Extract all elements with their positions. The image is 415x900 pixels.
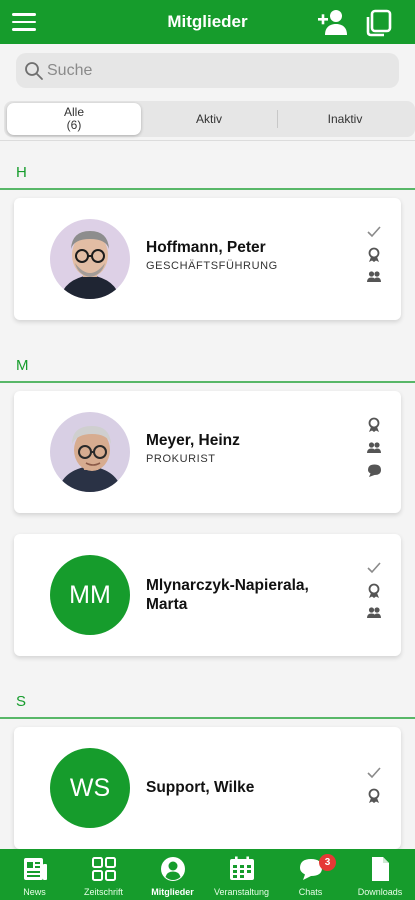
member-name: Hoffmann, Peter	[146, 239, 266, 256]
check-icon	[367, 767, 381, 779]
divider	[0, 140, 415, 141]
nav-news-label: News	[23, 887, 46, 897]
award-icon	[368, 417, 380, 432]
copy-icon[interactable]	[364, 9, 392, 37]
section-divider	[0, 188, 415, 190]
group-icon	[367, 442, 381, 453]
award-icon	[368, 583, 380, 598]
top-app-bar: Mitglieder	[0, 0, 415, 44]
member-name-line1: Mlynarczyk-Napierala,	[146, 577, 309, 594]
member-name: Meyer, Heinz	[146, 432, 240, 449]
member-name: Support, Wilke	[146, 779, 255, 796]
award-icon	[368, 247, 380, 262]
nav-downloads-label: Downloads	[357, 887, 403, 897]
nav-mitglieder-label: Mitglieder	[151, 887, 194, 897]
nav-mitglieder[interactable]: Mitglieder	[138, 849, 207, 900]
nav-veranstaltung[interactable]: Veranstaltung	[207, 849, 276, 900]
award-icon	[368, 788, 380, 803]
search-bar	[16, 53, 399, 88]
page-title: Mitglieder	[167, 12, 248, 31]
avatar-initials: WS	[50, 748, 130, 828]
hamburger-menu-icon[interactable]	[12, 13, 36, 31]
check-icon	[367, 562, 381, 574]
nav-chats[interactable]: 3 Chats	[276, 849, 345, 900]
segment-alle-count: (6)	[66, 118, 82, 132]
avatar	[50, 412, 130, 492]
section-divider	[0, 717, 415, 719]
avatar	[50, 219, 130, 299]
group-icon	[367, 271, 381, 282]
section-header-m: M	[16, 357, 29, 374]
bottom-navigation: News Zeitschrift Mitglieder Veranstaltun…	[0, 849, 415, 900]
nav-chats-label: Chats	[298, 887, 323, 897]
search-input[interactable]	[47, 53, 387, 88]
group-icon	[367, 607, 381, 618]
calendar-icon	[229, 856, 254, 880]
nav-veranstaltung-label: Veranstaltung	[213, 887, 270, 897]
member-name-line2: Marta	[146, 596, 188, 613]
segment-aktiv-label: Aktiv	[195, 112, 222, 126]
check-icon	[367, 226, 381, 238]
nav-zeitschrift[interactable]: Zeitschrift	[69, 849, 138, 900]
section-divider	[0, 381, 415, 383]
member-card[interactable]: Meyer, Heinz PROKURIST	[14, 391, 401, 513]
member-role: GESCHÄFTSFÜHRUNG	[146, 260, 278, 272]
nav-news[interactable]: News	[0, 849, 69, 900]
segment-inaktiv-label: Inaktiv	[327, 112, 363, 126]
search-icon	[25, 62, 43, 80]
member-card[interactable]: MM Mlynarczyk-Napierala, Marta	[14, 534, 401, 656]
add-user-icon[interactable]	[317, 8, 349, 36]
avatar-photo	[50, 412, 130, 492]
avatar-photo	[50, 219, 130, 299]
grid-icon	[91, 857, 116, 881]
segment-inaktiv[interactable]: Inaktiv	[278, 103, 412, 135]
section-header-s: S	[16, 693, 27, 710]
nav-zeitschrift-label: Zeitschrift	[83, 887, 123, 897]
person-icon	[160, 857, 185, 881]
newspaper-icon	[23, 858, 47, 880]
avatar-initials: MM	[50, 555, 130, 635]
section-header-h: H	[16, 164, 27, 181]
member-role: PROKURIST	[146, 453, 216, 465]
segment-alle[interactable]: Alle (6)	[7, 103, 141, 135]
document-icon	[372, 857, 389, 881]
chat-icon	[368, 464, 381, 477]
member-card[interactable]: Hoffmann, Peter GESCHÄFTSFÜHRUNG	[14, 198, 401, 320]
nav-downloads[interactable]: Downloads	[345, 849, 415, 900]
filter-segmented-control: Alle (6) Aktiv Inaktiv	[4, 101, 415, 137]
member-card[interactable]: WS Support, Wilke	[14, 727, 401, 849]
segment-aktiv[interactable]: Aktiv	[142, 103, 276, 135]
chat-unread-badge: 3	[319, 854, 336, 871]
